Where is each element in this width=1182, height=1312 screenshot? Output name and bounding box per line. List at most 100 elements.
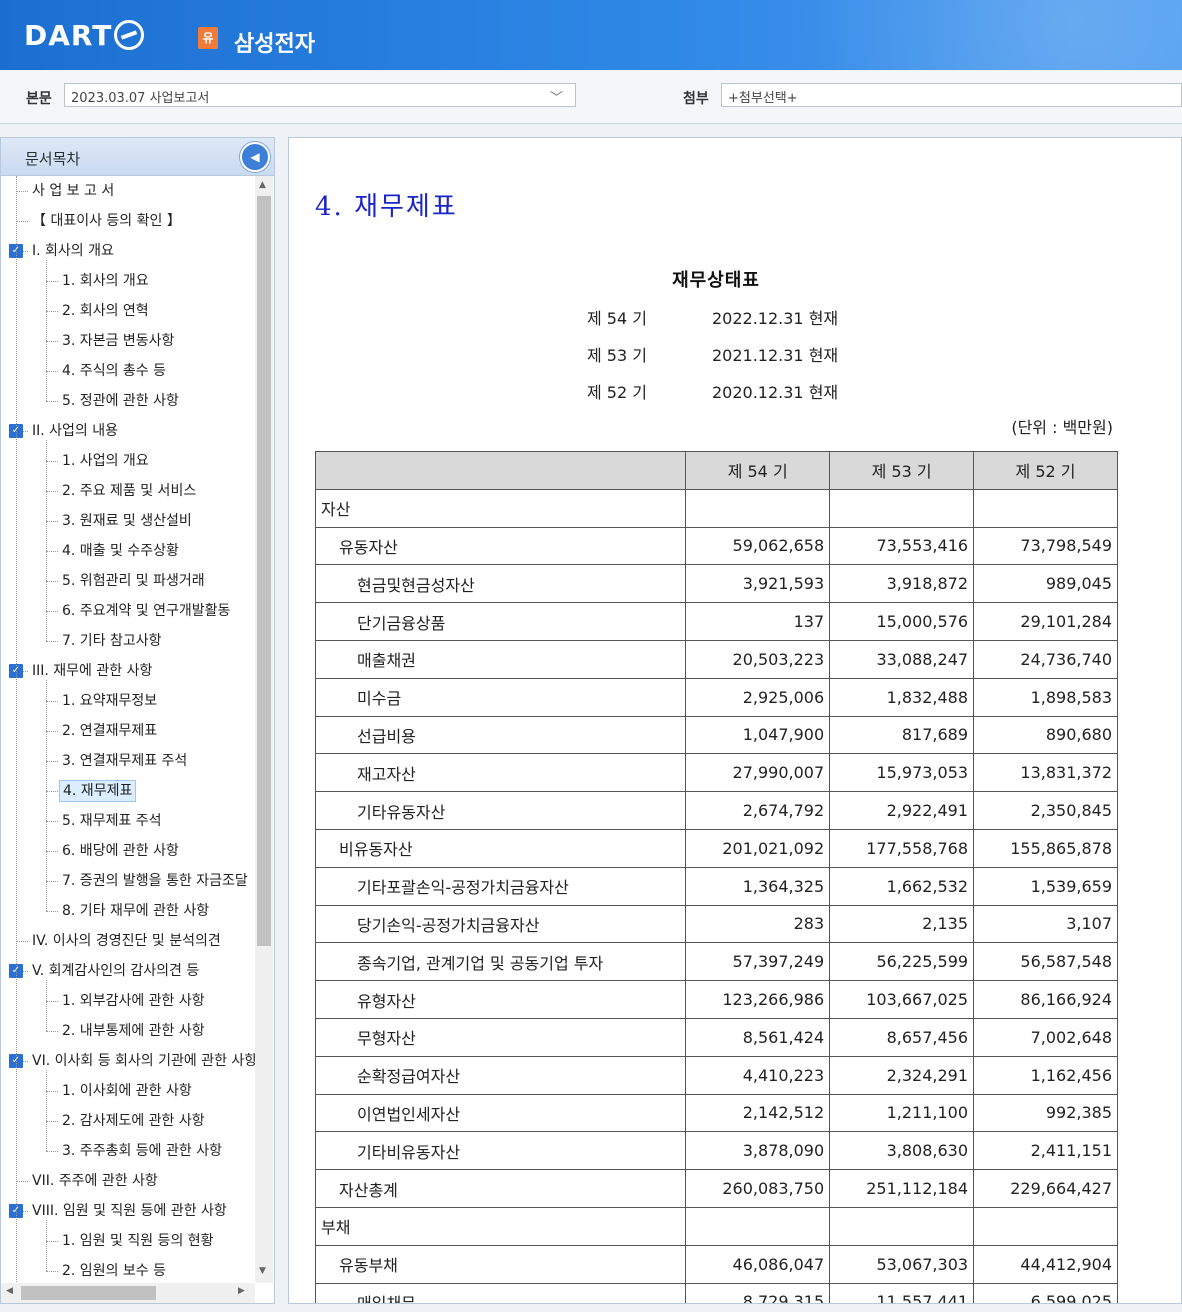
tree-connector xyxy=(46,260,47,401)
body-document-select[interactable]: 2023.03.07 사업보고서 ﹀ xyxy=(64,83,576,107)
toc-item-label: 4. 재무제표 xyxy=(59,780,137,802)
toc-item[interactable]: 1. 임원 및 직원 등의 현황 xyxy=(59,1226,217,1256)
tree-connector xyxy=(46,440,47,641)
table-row: 선급비용 1,047,900 817,689 890,680 xyxy=(314,715,1118,755)
amount-cell: 1,832,488 xyxy=(829,677,975,717)
toc-item[interactable]: 4. 매출 및 수주상황 xyxy=(59,536,182,566)
toc-horizontal-scrollbar[interactable]: ◀ ▶ xyxy=(1,1283,255,1303)
toc-item[interactable]: 3. 주주총회 등에 관한 사항 xyxy=(59,1136,225,1166)
tree-connector xyxy=(16,221,28,222)
toc-item[interactable]: 2. 주요 제품 및 서비스 xyxy=(59,476,199,506)
toc-item-label: I. 회사의 개요 xyxy=(32,243,114,259)
toc-item-label: IV. 이사의 경영진단 및 분석의견 xyxy=(32,933,221,949)
scroll-left-icon[interactable]: ◀ xyxy=(6,1286,13,1296)
amount-cell: 73,798,549 xyxy=(973,526,1118,566)
toc-item[interactable]: 6. 주요계약 및 연구개발활동 xyxy=(59,596,233,626)
scroll-down-icon[interactable]: ▼ xyxy=(259,1266,266,1276)
toc-item[interactable]: 1. 이사회에 관한 사항 xyxy=(59,1076,195,1106)
toc-item[interactable]: IV. 이사의 경영진단 및 분석의견 xyxy=(29,926,224,956)
logo-text: DART xyxy=(24,18,113,52)
toc-item[interactable]: 2. 감사제도에 관한 사항 xyxy=(59,1106,208,1136)
tree-connector xyxy=(46,761,58,762)
period-date: 2022.12.31 현재 xyxy=(712,309,839,328)
amount-cell: 260,083,750 xyxy=(685,1169,831,1208)
toc-item[interactable]: II. 사업의 내용 xyxy=(29,416,121,446)
toc-item[interactable]: 6. 배당에 관한 사항 xyxy=(59,836,182,866)
toc-item-label: 사 업 보 고 서 xyxy=(32,183,115,199)
tree-connector xyxy=(46,521,58,522)
toc-item[interactable]: 【 대표이사 등의 확인 】 xyxy=(29,206,184,236)
scroll-up-icon[interactable]: ▲ xyxy=(259,180,266,190)
toc-item[interactable]: 7. 기타 참고사항 xyxy=(59,626,165,656)
period-term: 제 53 기 xyxy=(587,346,647,365)
header-cell xyxy=(314,451,687,490)
toc-item[interactable]: 2. 임원의 보수 등 xyxy=(59,1256,169,1283)
toc-item[interactable]: V. 회계감사인의 감사의견 등 xyxy=(29,956,202,986)
toc-item-label: 2. 주요 제품 및 서비스 xyxy=(62,483,197,499)
scroll-right-icon[interactable]: ▶ xyxy=(238,1286,245,1296)
toc-item[interactable]: 5. 정관에 관한 사항 xyxy=(59,386,182,416)
scrollbar-thumb[interactable] xyxy=(21,1286,156,1300)
amount-cell: 86,166,924 xyxy=(973,980,1118,1019)
dart-logo[interactable]: DART xyxy=(24,18,145,52)
company-name: 삼성전자 xyxy=(234,32,315,57)
amount-cell: 1,539,659 xyxy=(973,866,1118,906)
toc-item[interactable]: 1. 사업의 개요 xyxy=(59,446,152,476)
toc-item[interactable]: 1. 외부감사에 관한 사항 xyxy=(59,986,208,1016)
toc-item[interactable]: 3. 연결재무제표 주석 xyxy=(59,746,190,776)
toc-item[interactable]: 2. 연결재무제표 xyxy=(59,716,160,746)
toc-item[interactable]: VIII. 임원 및 직원 등에 관한 사항 xyxy=(29,1196,230,1226)
toc-item-label: VIII. 임원 및 직원 등에 관한 사항 xyxy=(32,1203,227,1219)
body-label: 본문 xyxy=(26,91,52,107)
toc-item[interactable]: 1. 회사의 개요 xyxy=(59,266,152,296)
table-row: 유동자산 59,062,658 73,553,416 73,798,549 xyxy=(314,526,1118,566)
amount-cell: 2,922,491 xyxy=(829,791,975,830)
toc-item[interactable]: 3. 자본금 변동사항 xyxy=(59,326,177,356)
toc-item[interactable]: 5. 위험관리 및 파생거래 xyxy=(59,566,208,596)
toc-item-label: VI. 이사회 등 회사의 기관에 관한 사항 xyxy=(32,1053,255,1069)
amount-cell: 201,021,092 xyxy=(685,828,831,868)
attach-select-value: +첨부선택+ xyxy=(728,91,798,106)
toc-item[interactable]: 2. 내부통제에 관한 사항 xyxy=(59,1016,208,1046)
amount-cell xyxy=(829,488,975,528)
account-name-cell: 자산총계 xyxy=(314,1169,687,1208)
header-decoration xyxy=(622,0,1182,70)
toc-item[interactable]: 7. 증권의 발행을 통한 자금조달 xyxy=(59,866,251,896)
toc-item[interactable]: 5. 재무제표 주석 xyxy=(59,806,165,836)
amount-cell: 8,657,456 xyxy=(829,1017,975,1057)
toc-item[interactable]: VI. 이사회 등 회사의 기관에 관한 사항 xyxy=(29,1046,255,1076)
toc-item[interactable]: III. 재무에 관한 사항 xyxy=(29,656,155,686)
tree-connector xyxy=(46,1241,58,1242)
amount-cell: 3,921,593 xyxy=(685,564,831,604)
scrollbar-thumb[interactable] xyxy=(257,196,271,946)
toc-item[interactable]: 2. 회사의 연혁 xyxy=(59,296,152,326)
tree-connector xyxy=(46,980,47,1031)
amount-cell: 3,808,630 xyxy=(829,1131,975,1171)
toc-item[interactable]: 4. 주식의 총수 등 xyxy=(59,356,169,386)
amount-cell: 46,086,047 xyxy=(685,1244,831,1284)
toc-item[interactable]: I. 회사의 개요 xyxy=(29,236,117,266)
table-row: 현금및현금성자산 3,921,593 3,918,872 989,045 xyxy=(314,564,1118,604)
toc-item[interactable]: 사 업 보 고 서 xyxy=(29,176,117,206)
amount-cell: 177,558,768 xyxy=(829,828,975,868)
toc-item[interactable]: 4. 재무제표 xyxy=(59,776,137,806)
amount-cell: 1,364,325 xyxy=(685,866,831,906)
arrow-left-icon: ◀ xyxy=(250,150,260,164)
unit-label: (단위 : 백만원) xyxy=(1011,418,1113,437)
chevron-down-icon: ﹀ xyxy=(549,91,563,106)
toc-item[interactable]: 8. 기타 재무에 관한 사항 xyxy=(59,896,212,926)
toc-vertical-scrollbar[interactable]: ▲ ▼ xyxy=(255,176,273,1283)
toc-item[interactable]: 3. 원재료 및 생산설비 xyxy=(59,506,195,536)
toc-item-label: 4. 매출 및 수주상황 xyxy=(62,543,179,559)
collapse-sidebar-button[interactable]: ◀ xyxy=(240,142,270,172)
toc-tree: 사 업 보 고 서 【 대표이사 등의 확인 】 I. 회사의 개요 ✓ 1. 회사의 … xyxy=(1,176,255,1283)
toc-item[interactable]: VII. 주주에 관한 사항 xyxy=(29,1166,161,1196)
table-row: 이연법인세자산 2,142,512 1,211,100 992,385 xyxy=(314,1093,1118,1133)
toc-item[interactable]: 1. 요약재무정보 xyxy=(59,686,160,716)
account-name-cell: 종속기업, 관계기업 및 공동기업 투자 xyxy=(314,942,687,982)
attachment-select[interactable]: +첨부선택+ xyxy=(721,83,1182,107)
toc-item-label: 5. 재무제표 주석 xyxy=(62,813,162,829)
toc-item-label: 2. 임원의 보수 등 xyxy=(62,1263,166,1279)
amount-cell: 1,211,100 xyxy=(829,1093,975,1133)
toc-item-label: 1. 이사회에 관한 사항 xyxy=(62,1083,192,1099)
